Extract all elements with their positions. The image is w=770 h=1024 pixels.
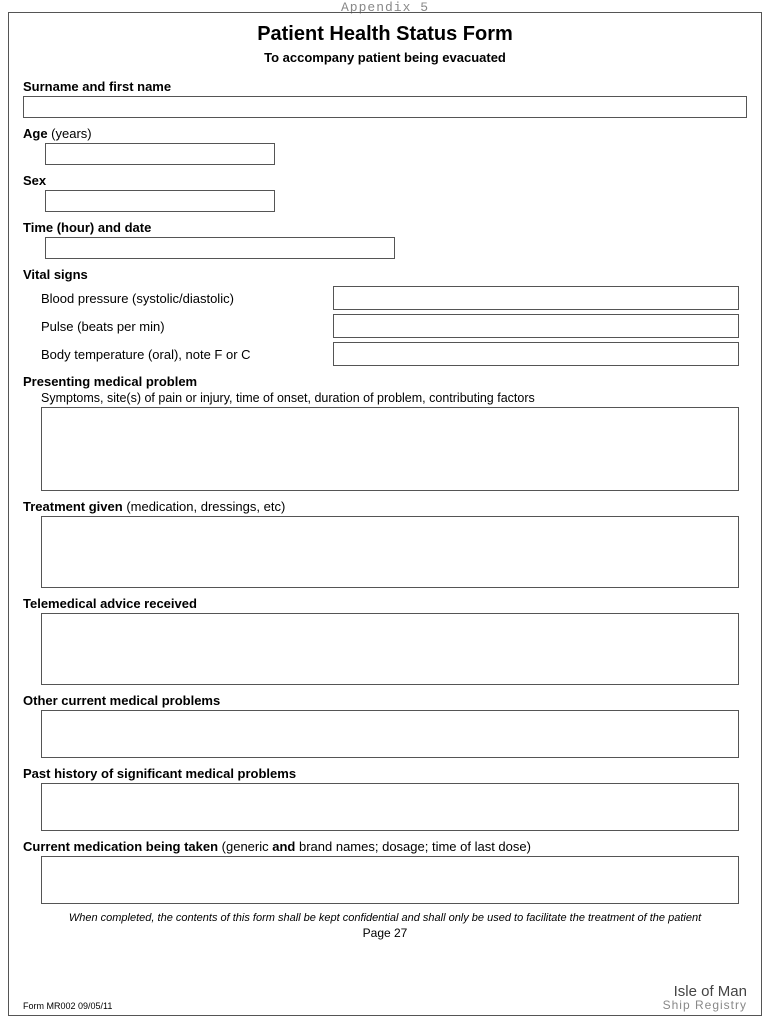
form-title: Patient Health Status Form	[23, 23, 747, 46]
current-med-label-bold: Current medication being taken	[23, 839, 218, 854]
past-input[interactable]	[41, 783, 739, 831]
pulse-input[interactable]	[333, 314, 739, 338]
current-med-label-b: brand names; dosage; time of last dose)	[295, 839, 531, 854]
telemedical-section: Telemedical advice received	[23, 596, 747, 685]
current-med-label-and: and	[272, 839, 295, 854]
logo-bot: Ship Registry	[663, 999, 747, 1011]
treatment-label-bold: Treatment given	[23, 499, 123, 514]
sex-label: Sex	[23, 173, 46, 188]
form-container: Patient Health Status Form To accompany …	[8, 12, 762, 1016]
age-label-bold: Age	[23, 126, 48, 141]
telemedical-label: Telemedical advice received	[23, 596, 197, 611]
current-med-label-a: (generic	[218, 839, 272, 854]
logo-top: Isle of Man	[663, 984, 747, 999]
treatment-input[interactable]	[41, 516, 739, 588]
form-subtitle: To accompany patient being evacuated	[23, 50, 747, 65]
pulse-label: Pulse (beats per min)	[23, 319, 333, 334]
other-label: Other current medical problems	[23, 693, 220, 708]
presenting-label: Presenting medical problem	[23, 374, 197, 389]
current-med-input[interactable]	[41, 856, 739, 904]
time-label: Time (hour) and date	[23, 220, 151, 235]
bp-label: Blood pressure (systolic/diastolic)	[23, 291, 333, 306]
temp-input[interactable]	[333, 342, 739, 366]
temp-label: Body temperature (oral), note F or C	[23, 347, 333, 362]
other-input[interactable]	[41, 710, 739, 758]
bp-input[interactable]	[333, 286, 739, 310]
current-med-section: Current medication being taken (generic …	[23, 839, 747, 904]
age-label-rest: (years)	[48, 126, 92, 141]
treatment-label-rest: (medication, dressings, etc)	[123, 499, 286, 514]
surname-input[interactable]	[23, 96, 747, 118]
time-section: Time (hour) and date	[23, 220, 747, 259]
presenting-desc: Symptoms, site(s) of pain or injury, tim…	[23, 391, 747, 405]
treatment-section: Treatment given (medication, dressings, …	[23, 499, 747, 588]
surname-label: Surname and first name	[23, 79, 171, 94]
presenting-section: Presenting medical problem Symptoms, sit…	[23, 374, 747, 491]
vitals-section: Vital signs Blood pressure (systolic/dia…	[23, 267, 747, 366]
form-code: Form MR002 09/05/11	[23, 1001, 112, 1011]
past-section: Past history of significant medical prob…	[23, 766, 747, 831]
telemedical-input[interactable]	[41, 613, 739, 685]
surname-section: Surname and first name	[23, 79, 747, 118]
vitals-header: Vital signs	[23, 267, 88, 282]
sex-section: Sex	[23, 173, 747, 212]
logo: Isle of Man Ship Registry	[663, 984, 747, 1011]
sex-input[interactable]	[45, 190, 275, 212]
age-input[interactable]	[45, 143, 275, 165]
time-input[interactable]	[45, 237, 395, 259]
past-label: Past history of significant medical prob…	[23, 766, 296, 781]
page-number: Page 27	[23, 926, 747, 940]
other-section: Other current medical problems	[23, 693, 747, 758]
presenting-input[interactable]	[41, 407, 739, 491]
age-section: Age (years)	[23, 126, 747, 165]
footer-note: When completed, the contents of this for…	[23, 912, 747, 924]
